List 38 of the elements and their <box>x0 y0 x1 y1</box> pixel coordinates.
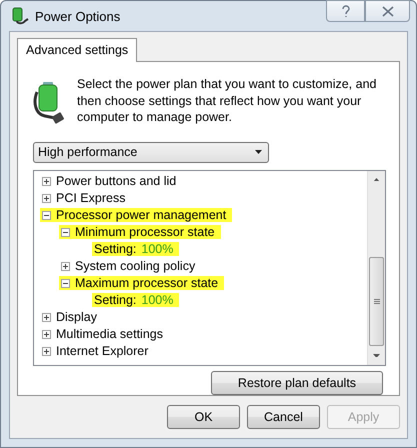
setting-label: Setting: <box>94 242 136 256</box>
description-text: Select the power plan that you want to customize, and then choose settings that reflect how you want your computer to manage power. <box>77 76 377 126</box>
scroll-up-icon[interactable] <box>373 178 380 182</box>
tree-item[interactable]: Maximum processor state <box>59 276 224 290</box>
tree-item[interactable]: Multimedia settings <box>40 327 169 341</box>
restore-defaults-button[interactable]: Restore plan defaults <box>211 370 383 394</box>
close-button[interactable] <box>365 0 410 22</box>
caret-icon <box>255 150 262 154</box>
scrollbar[interactable] <box>367 170 385 364</box>
collapse-icon[interactable] <box>61 278 70 288</box>
battery-plug-icon <box>33 80 67 124</box>
expand-icon[interactable] <box>42 312 51 322</box>
help-button[interactable] <box>326 0 365 22</box>
expand-icon[interactable] <box>61 262 70 270</box>
tree-item[interactable]: Display <box>40 310 103 324</box>
expand-icon[interactable] <box>42 330 51 338</box>
grip-icon <box>374 298 380 304</box>
tree-item[interactable]: Internet Explorer <box>40 344 154 358</box>
collapse-icon[interactable] <box>42 210 51 220</box>
close-icon <box>382 6 394 16</box>
help-icon <box>340 4 350 18</box>
tree-item[interactable]: Processor power management <box>40 208 232 222</box>
expand-icon[interactable] <box>42 346 51 356</box>
tree-item[interactable]: Minimum processor state <box>59 225 221 239</box>
tree-item[interactable]: Power buttons and lid <box>40 174 182 188</box>
collapse-icon[interactable] <box>61 228 70 236</box>
window-title: Power Options <box>35 8 120 24</box>
setting-label: Setting: <box>94 293 136 307</box>
tree-item[interactable]: PCI Express <box>40 191 132 205</box>
scrollbar-thumb[interactable] <box>369 257 384 346</box>
plan-dropdown[interactable]: High performance <box>33 142 269 162</box>
expand-icon[interactable] <box>42 194 51 202</box>
dialog-button[interactable]: OK <box>167 405 240 429</box>
tree-item[interactable]: System cooling policy <box>59 259 202 273</box>
tab[interactable]: Advanced settings <box>17 38 138 62</box>
expand-icon[interactable] <box>42 176 51 186</box>
dialog-button[interactable]: Cancel <box>247 405 320 429</box>
scroll-down-icon[interactable] <box>373 354 380 358</box>
